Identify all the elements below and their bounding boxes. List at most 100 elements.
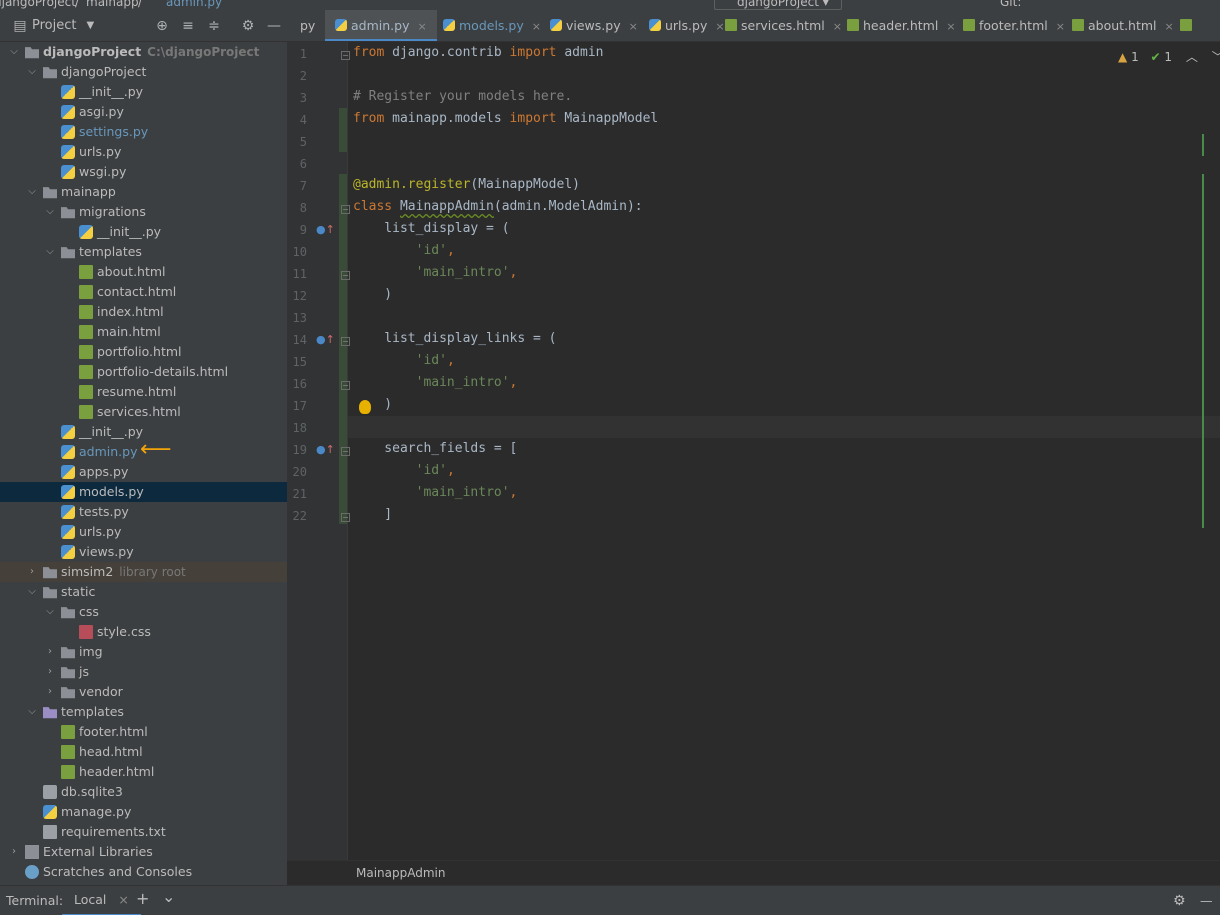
tree-item[interactable]: settings.py [0,122,287,142]
code-line[interactable]: # Register your models here. [353,89,572,104]
editor-tab[interactable]: views.py × [540,10,648,41]
code-line[interactable]: class MainappAdmin(admin.ModelAdmin): [353,199,643,214]
tree-item[interactable]: ⌵ migrations [0,202,287,222]
chevron-right-icon[interactable]: › [44,642,56,662]
tree-item[interactable]: wsgi.py [0,162,287,182]
chevron-down-icon[interactable]: ⌵ [8,42,20,62]
tree-item[interactable]: requirements.txt [0,822,287,842]
tree-item[interactable]: portfolio.html [0,342,287,362]
tree-item[interactable]: style.css [0,622,287,642]
project-panel-title[interactable]: Project [32,18,76,33]
code-line[interactable]: 'id', [353,243,455,258]
tree-item[interactable]: › vendor [0,682,287,702]
tree-item[interactable]: head.html [0,742,287,762]
overrides-method-icon[interactable]: ●↑ [316,223,335,236]
gear-icon[interactable]: ⚙ [1173,893,1186,909]
code-line[interactable]: search_fields = [ [353,441,517,456]
editor-tab[interactable]: footer.html × [953,10,1075,41]
tree-item[interactable]: resume.html [0,382,287,402]
tree-item[interactable]: ⌵ templates [0,242,287,262]
fold-marker-icon[interactable]: − [341,337,350,346]
hide-panel-icon[interactable]: — [1200,893,1213,908]
tree-item[interactable]: contact.html [0,282,287,302]
editor-tab[interactable]: about.html × [1062,10,1184,41]
editor-tab[interactable]: models.py × [433,10,551,41]
breadcrumb-file[interactable]: admin.py [166,0,222,9]
code-line[interactable]: 'id', [353,463,455,478]
locate-file-icon[interactable]: ⊕ [154,18,170,34]
add-terminal-icon[interactable]: + [136,889,149,908]
chevron-up-icon[interactable]: ︿ [1186,50,1198,64]
fold-marker-icon[interactable]: − [341,381,350,390]
code-line[interactable]: @admin.register(MainappModel) [353,177,580,192]
tree-item[interactable]: ⌵ templates [0,702,287,722]
chevron-down-icon[interactable]: ⌵ [26,182,38,202]
tree-item[interactable]: › External Libraries [0,842,287,862]
chevron-down-icon[interactable]: ⌵ [44,202,56,222]
tree-item[interactable]: › img [0,642,287,662]
tree-item[interactable]: db.sqlite3 [0,782,287,802]
tree-item[interactable]: Scratches and Consoles [0,862,287,882]
code-line[interactable]: 'main_intro', [353,265,518,280]
fold-marker-icon[interactable]: − [341,447,350,456]
chevron-down-icon[interactable]: ﹀ [1212,50,1220,64]
code-line[interactable]: from mainapp.models import MainappModel [353,111,658,126]
tree-item[interactable]: services.html [0,402,287,422]
chevron-down-icon[interactable]: ⌵ [26,702,38,722]
tree-item[interactable]: footer.html [0,722,287,742]
breadcrumb-folder[interactable]: mainapp [86,0,139,9]
fold-marker-icon[interactable]: − [341,513,350,522]
inspection-widget[interactable]: ▲ 1 ✔ 1 ︿ ﹀ [1118,48,1220,65]
overrides-method-icon[interactable]: ●↑ [316,443,335,456]
tree-item[interactable]: ⌵ mainapp [0,182,287,202]
overrides-method-icon[interactable]: ●↑ [316,333,335,346]
breadcrumb-class[interactable]: MainappAdmin [356,866,445,880]
tree-item[interactable]: urls.py [0,522,287,542]
fold-marker-icon[interactable]: − [341,271,350,280]
code-line[interactable]: list_display_links = ( [353,331,556,346]
tree-item[interactable]: apps.py [0,462,287,482]
tree-item[interactable]: portfolio-details.html [0,362,287,382]
tree-item[interactable]: ⌵ css [0,602,287,622]
tree-item[interactable]: __init__.py [0,222,287,242]
tree-item[interactable]: ⌵ djangoProject [0,62,287,82]
chevron-down-icon[interactable]: ▼ [86,20,94,31]
code-line[interactable]: list_display = ( [353,221,509,236]
tree-item[interactable]: about.html [0,262,287,282]
breadcrumb-project[interactable]: djangoProject [0,0,76,9]
close-icon[interactable]: × [417,20,426,33]
tree-item[interactable]: asgi.py [0,102,287,122]
code-line[interactable]: 'id', [353,353,455,368]
code-line[interactable]: 'main_intro', [353,485,518,500]
code-line[interactable]: 'main_intro', [353,375,518,390]
tree-item[interactable]: › js [0,662,287,682]
chevron-down-icon[interactable]: ⌵ [26,62,38,82]
tree-item[interactable]: ⌵ djangoProject C:\djangoProject [0,42,287,62]
tree-item[interactable]: main.html [0,322,287,342]
chevron-down-icon[interactable]: ⌵ [26,582,38,602]
tree-item[interactable]: views.py [0,542,287,562]
hide-panel-icon[interactable]: — [266,18,282,34]
fold-marker-icon[interactable]: − [341,51,350,60]
tree-item[interactable]: › simsim2 library root [0,562,287,582]
editor-tab[interactable]: py [290,10,325,41]
chevron-down-icon[interactable]: ⌵ [44,602,56,622]
editor-tab[interactable]: admin.py × [325,10,437,41]
tree-item[interactable]: tests.py [0,502,287,522]
chevron-down-icon[interactable]: ⌄ [162,887,175,906]
chevron-right-icon[interactable]: › [44,682,56,702]
terminal-tab-local[interactable]: Local × [62,886,141,915]
fold-marker-icon[interactable]: − [341,205,350,214]
code-line[interactable]: ] [353,507,392,522]
collapse-all-icon[interactable]: ≑ [206,18,222,34]
tree-item[interactable]: urls.py [0,142,287,162]
close-icon[interactable]: × [118,892,128,907]
tree-item[interactable]: header.html [0,762,287,782]
editor-tab[interactable]: services.html × [715,10,852,41]
editor-tab[interactable]: header.html × [837,10,966,41]
chevron-right-icon[interactable]: › [44,662,56,682]
chevron-right-icon[interactable]: › [8,842,20,862]
code-line[interactable]: ) [353,397,392,412]
tree-item[interactable]: index.html [0,302,287,322]
tree-item[interactable]: ⌵ static [0,582,287,602]
